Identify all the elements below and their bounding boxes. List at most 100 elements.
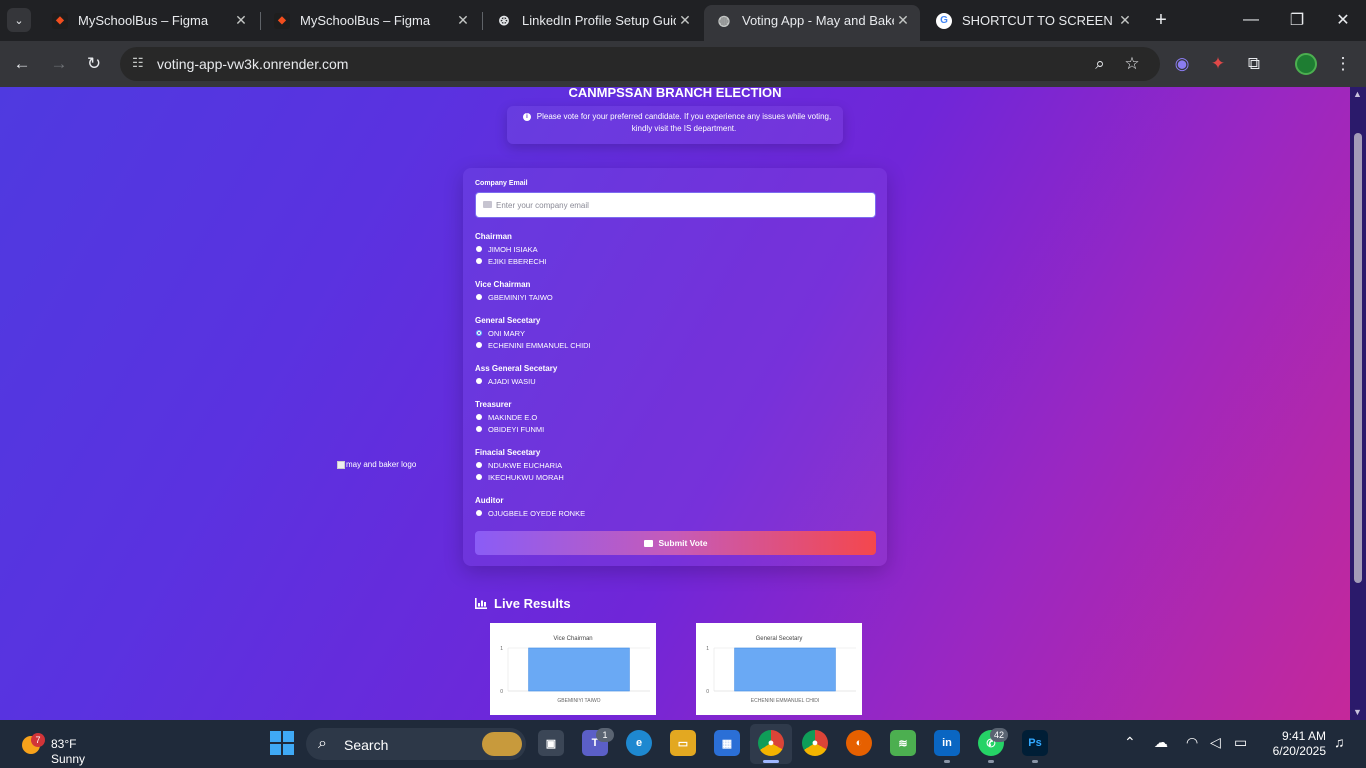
chart-svg: Vice Chairman 1 0 GBEMINIYI TAIWO	[500, 636, 650, 704]
profile-avatar[interactable]	[1294, 52, 1318, 76]
radio-button[interactable]	[476, 474, 482, 480]
bookmark-star-icon[interactable]: ☆	[1120, 52, 1144, 76]
candidate-option[interactable]: AJADI WASIU	[475, 375, 557, 387]
extension-runner-icon[interactable]: ✦	[1206, 52, 1230, 76]
position-title: Vice Chairman	[475, 280, 531, 289]
start-windows-icon[interactable]	[269, 730, 295, 756]
chart-title: Vice Chairman	[553, 636, 592, 642]
clock[interactable]: 9:41 AM 6/20/2025	[1262, 729, 1326, 759]
chrome-profile-icon[interactable]: ●	[802, 730, 828, 756]
candidate-option[interactable]: JIMOH ISIAKA	[475, 243, 546, 255]
windows-taskbar: 7 83°F Sunny ⌕ Search ▣ T 1 e ▭ ▦ ● ● ◐ …	[0, 720, 1366, 768]
zoom-icon[interactable]: ⌕	[1088, 52, 1112, 76]
close-icon[interactable]: ✕	[1116, 12, 1134, 29]
radio-button[interactable]	[476, 258, 482, 264]
photoshop-icon[interactable]: Ps	[1022, 730, 1048, 756]
site-info-icon[interactable]: ☷	[132, 55, 150, 73]
volume-icon[interactable]: ◁	[1210, 734, 1221, 751]
position-group: Auditor OJUGBELE OYEDE RONKE	[475, 495, 585, 519]
taskbar-search-box[interactable]: ⌕ Search	[306, 728, 526, 760]
chart-bar-icon	[475, 598, 487, 609]
forward-icon[interactable]: →	[47, 52, 71, 76]
tab-shortcut[interactable]: G SHORTCUT TO SCREEN REC ✕	[924, 6, 1142, 35]
tab-title: Voting App - May and Baker	[742, 12, 894, 28]
candidate-option[interactable]: OBIDEYI FUNMI	[475, 423, 544, 435]
candidate-option[interactable]: MAKINDE E.O	[475, 411, 544, 423]
tab-title: MySchoolBus – Figma	[300, 13, 431, 28]
bluestacks-icon[interactable]: ≋	[890, 730, 916, 756]
radio-button[interactable]	[476, 246, 482, 252]
tab-myschoolbus-2[interactable]: ◆ MySchoolBus – Figma ✕	[262, 6, 480, 35]
email-input[interactable]	[496, 193, 866, 217]
y-tick-label: 0	[500, 689, 503, 695]
notice-text: Please vote for your preferred candidate…	[536, 112, 832, 133]
radio-button[interactable]	[476, 462, 482, 468]
edge-icon[interactable]: e	[626, 730, 652, 756]
position-title: Treasurer	[475, 400, 512, 409]
clock-time: 9:41 AM	[1281, 729, 1326, 743]
extensions-puzzle-icon[interactable]: ⧉	[1242, 52, 1266, 76]
candidate-option[interactable]: EJIKI EBERECHI	[475, 255, 546, 267]
tab-voting-app[interactable]: ◍ Voting App - May and Baker ✕	[704, 5, 920, 41]
candidate-option[interactable]: IKECHUKWU MORAH	[475, 471, 564, 483]
y-tick-label: 1	[500, 646, 503, 652]
candidate-option[interactable]: NDUKWE EUCHARIA	[475, 459, 564, 471]
minimize-button[interactable]: —	[1228, 0, 1274, 40]
radio-button[interactable]	[476, 342, 482, 348]
new-tab-button[interactable]: +	[1150, 9, 1172, 32]
page-scrollbar[interactable]: ▲ ▼	[1350, 87, 1366, 720]
position-title: Chairman	[475, 232, 512, 241]
onedrive-cloud-icon[interactable]: ☁	[1154, 734, 1168, 751]
logo-alt-text: may and baker logo	[346, 460, 417, 469]
menu-kebab-icon[interactable]: ⋮	[1331, 52, 1355, 76]
battery-icon[interactable]: ▭	[1234, 734, 1247, 751]
address-bar[interactable]: ☷ voting-app-vw3k.onrender.com ⌕ ☆	[120, 47, 1160, 81]
back-icon[interactable]: ←	[10, 52, 34, 76]
email-label: Company Email	[475, 180, 528, 187]
reload-icon[interactable]: ↻	[82, 52, 106, 76]
clock-date: 6/20/2025	[1272, 744, 1326, 758]
tab-search-button[interactable]: ⌄	[7, 8, 31, 32]
tab-myschoolbus-1[interactable]: ◆ MySchoolBus – Figma ✕	[40, 6, 258, 35]
radio-button[interactable]	[476, 330, 482, 336]
extension-brain-icon[interactable]: ◉	[1170, 52, 1194, 76]
microsoft-store-icon[interactable]: ▦	[714, 730, 740, 756]
candidate-option[interactable]: ONI MARY	[475, 327, 591, 339]
candidate-name: JIMOH ISIAKA	[488, 244, 538, 254]
scroll-up-icon[interactable]: ▲	[1353, 89, 1362, 99]
linkedin-icon[interactable]: in	[934, 730, 960, 756]
candidate-name: OBIDEYI FUNMI	[488, 424, 545, 434]
close-icon[interactable]: ✕	[894, 12, 912, 29]
notice-box: i Please vote for your preferred candida…	[507, 106, 843, 144]
candidate-name: MAKINDE E.O	[488, 412, 538, 422]
candidate-option[interactable]: GBEMINIYI TAIWO	[475, 291, 553, 303]
tab-linkedin-guide[interactable]: ⊛ LinkedIn Profile Setup Guide ✕	[484, 6, 702, 35]
chrome-icon[interactable]: ●	[758, 730, 784, 756]
close-icon[interactable]: ✕	[232, 12, 250, 29]
close-icon[interactable]: ✕	[676, 12, 694, 29]
position-group: Treasurer MAKINDE E.O OBIDEYI FUNMI	[475, 399, 544, 435]
radio-button[interactable]	[476, 378, 482, 384]
close-window-button[interactable]: ✕	[1320, 0, 1366, 40]
notification-bell-icon[interactable]: ♫	[1334, 734, 1345, 750]
firefox-icon[interactable]: ◐	[846, 730, 872, 756]
radio-button[interactable]	[476, 510, 482, 516]
radio-button[interactable]	[476, 426, 482, 432]
candidate-option[interactable]: OJUGBELE OYEDE RONKE	[475, 507, 585, 519]
email-field[interactable]	[475, 192, 876, 218]
scroll-down-icon[interactable]: ▼	[1353, 707, 1362, 717]
file-explorer-icon[interactable]: ▭	[670, 730, 696, 756]
radio-button[interactable]	[476, 294, 482, 300]
wifi-icon[interactable]: ◠	[1186, 734, 1198, 751]
candidate-option[interactable]: ECHENINI EMMANUEL CHIDI	[475, 339, 591, 351]
tray-chevron-up-icon[interactable]: ⌃	[1124, 734, 1136, 751]
results-title: Live Results	[494, 596, 571, 611]
scroll-thumb[interactable]	[1354, 133, 1362, 583]
task-view-icon[interactable]: ▣	[538, 730, 564, 756]
radio-button[interactable]	[476, 414, 482, 420]
chart-svg: General Secetary 1 0 ECHENINI EMMANUEL CHID…	[706, 636, 856, 704]
close-icon[interactable]: ✕	[454, 12, 472, 29]
url-text[interactable]: voting-app-vw3k.onrender.com	[157, 56, 348, 72]
submit-vote-button[interactable]: Submit Vote	[475, 531, 876, 555]
restore-button[interactable]: ❐	[1274, 0, 1320, 40]
